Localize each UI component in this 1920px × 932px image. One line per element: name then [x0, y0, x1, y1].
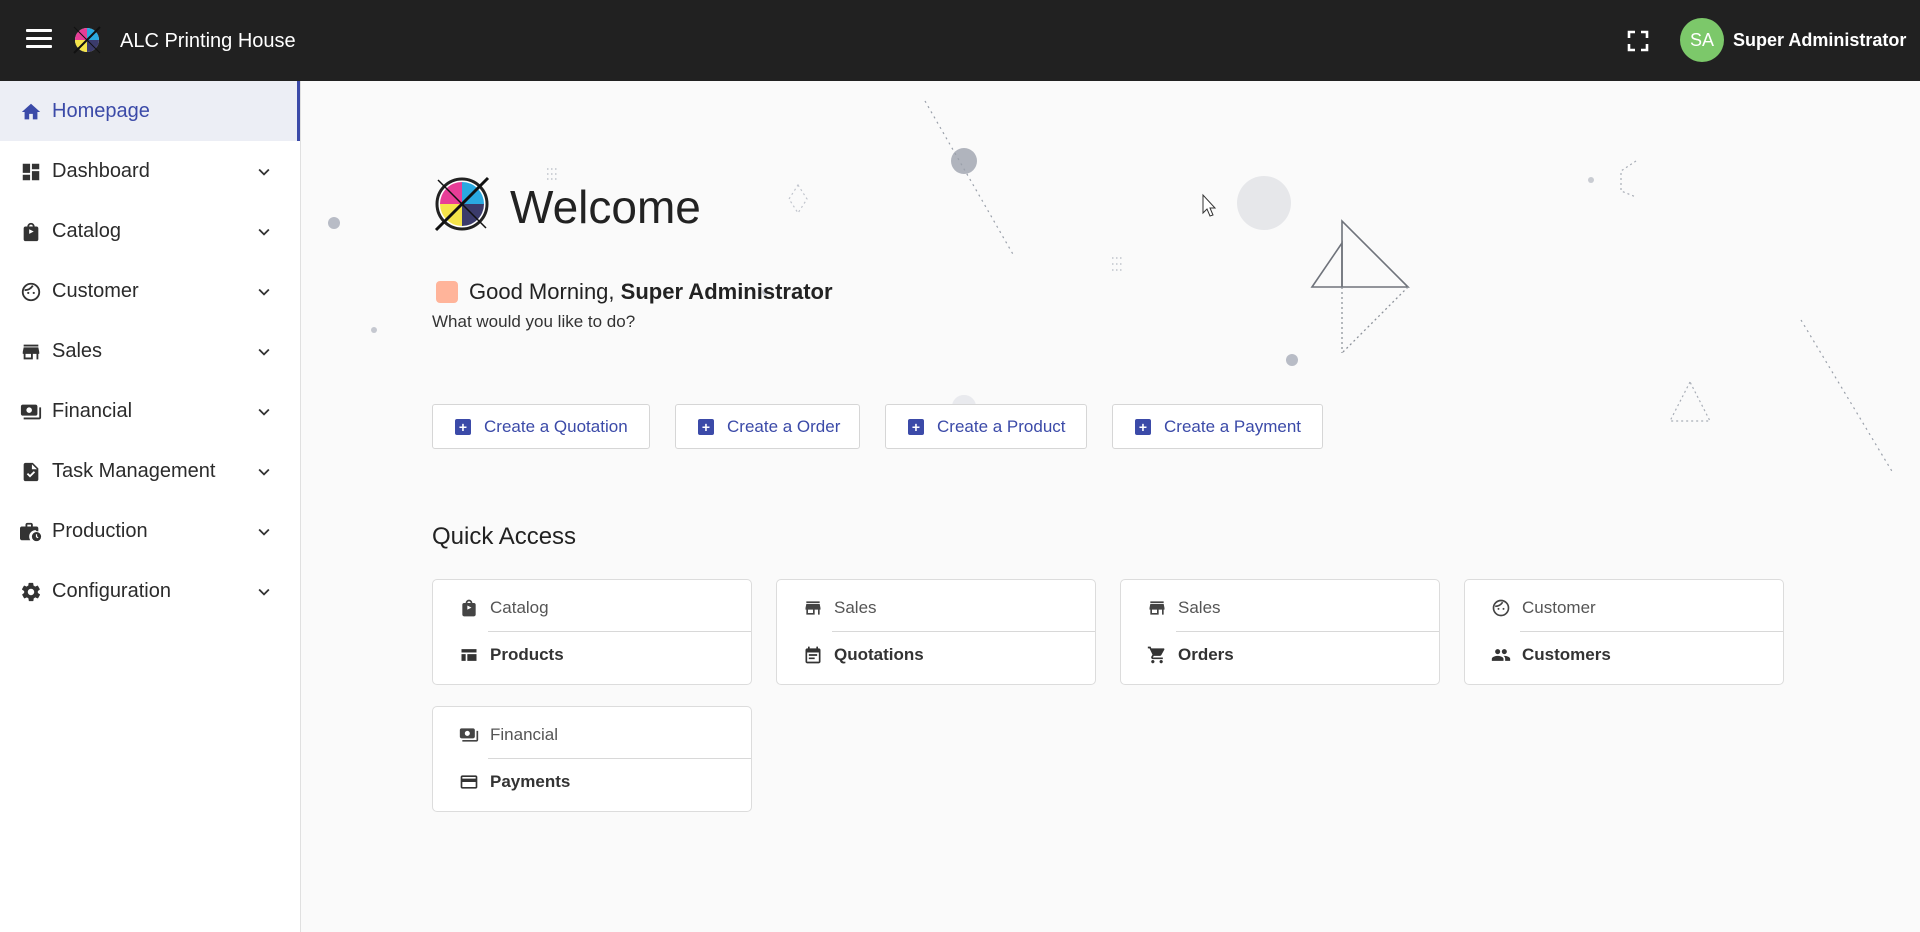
button-label: Create a Product — [937, 416, 1066, 436]
sidebar-item-task-management[interactable]: Task Management — [0, 441, 300, 501]
top-app-bar: ALC Printing House SA Super Administrato… — [0, 0, 1920, 81]
sunrise-icon — [436, 281, 458, 303]
sidebar-item-label: Customer — [52, 279, 139, 302]
card-category: Catalog — [490, 598, 549, 617]
sidebar-item-label: Homepage — [52, 99, 150, 122]
quick-access-title: Quick Access — [432, 523, 577, 550]
sidebar-item-label: Production — [52, 519, 148, 542]
payments-icon — [459, 728, 479, 742]
menu-icon[interactable] — [26, 29, 52, 51]
divider — [1176, 631, 1439, 632]
card-item: Orders — [1178, 645, 1234, 664]
sidebar-item-label: Dashboard — [52, 159, 150, 182]
create-payment-button[interactable]: + Create a Payment — [1112, 404, 1323, 449]
brand-logo — [73, 26, 101, 54]
store-icon — [805, 601, 821, 615]
user-name[interactable]: Super Administrator — [1733, 30, 1906, 51]
sidebar-item-label: Configuration — [52, 579, 171, 602]
cart-icon — [1147, 646, 1165, 664]
sidebar-item-dashboard[interactable]: Dashboard — [0, 141, 300, 201]
subtitle: What would you like to do? — [432, 312, 636, 331]
button-label: Create a Order — [727, 416, 841, 436]
quick-access-card-orders[interactable]: Sales Orders — [1120, 579, 1440, 685]
page-title: Welcome — [510, 181, 701, 233]
create-quotation-button[interactable]: + Create a Quotation — [432, 404, 650, 449]
calendar-icon — [805, 646, 821, 664]
divider — [488, 631, 751, 632]
sidebar-item-customer[interactable]: Customer — [0, 261, 300, 321]
card-category: Customer — [1522, 598, 1596, 617]
greeting: Good Morning, Super Administrator — [469, 279, 833, 305]
app-title: ALC Printing House — [120, 30, 296, 52]
shopping-bag-icon — [462, 599, 476, 617]
card-category: Sales — [834, 598, 877, 617]
sidebar-item-label: Task Management — [52, 459, 216, 482]
card-item: Payments — [490, 772, 571, 791]
chevron-down-icon[interactable] — [253, 341, 275, 363]
add-box-icon: + — [908, 418, 924, 435]
sidebar-item-label: Sales — [52, 339, 103, 362]
store-icon — [1149, 601, 1165, 615]
greeting-name: Super Administrator — [620, 279, 833, 304]
task-icon — [23, 462, 39, 482]
add-box-icon: + — [455, 418, 471, 435]
welcome-logo — [434, 176, 490, 232]
dashboard-icon — [22, 163, 40, 181]
card-item: Customers — [1522, 645, 1611, 664]
face-icon — [21, 282, 41, 302]
divider — [832, 631, 1095, 632]
add-box-icon: + — [698, 418, 714, 435]
quick-access-card-products[interactable]: Catalog Products — [432, 579, 752, 685]
store-icon — [22, 344, 40, 360]
sidebar-item-sales[interactable]: Sales — [0, 321, 300, 381]
quick-access-card-quotations[interactable]: Sales Quotations — [776, 579, 1096, 685]
quick-access-card-payments[interactable]: Financial Payments — [432, 706, 752, 812]
button-label: Create a Quotation — [484, 416, 628, 436]
add-box-icon: + — [1135, 418, 1151, 435]
payments-icon — [20, 404, 42, 420]
home-icon — [21, 103, 41, 120]
people-icon — [1491, 649, 1511, 661]
quick-access-card-customers[interactable]: Customer Customers — [1464, 579, 1784, 685]
chevron-down-icon[interactable] — [253, 221, 275, 243]
greeting-prefix: Good Morning, — [469, 279, 615, 304]
chevron-down-icon[interactable] — [253, 521, 275, 543]
sidebar-item-financial[interactable]: Financial — [0, 381, 300, 441]
sidebar-item-catalog[interactable]: Catalog — [0, 201, 300, 261]
divider — [1520, 631, 1783, 632]
chevron-down-icon[interactable] — [253, 281, 275, 303]
shopping-bag-icon — [23, 222, 39, 242]
work-history-icon — [20, 522, 42, 542]
button-label: Create a Payment — [1164, 416, 1302, 436]
divider — [488, 758, 751, 759]
chevron-down-icon[interactable] — [253, 401, 275, 423]
sidebar-item-label: Financial — [52, 399, 133, 422]
face-icon — [1492, 599, 1510, 617]
avatar[interactable]: SA — [1680, 18, 1724, 62]
chevron-down-icon[interactable] — [253, 161, 275, 183]
card-item: Products — [490, 645, 564, 664]
card-category: Sales — [1178, 598, 1221, 617]
sidebar-item-homepage[interactable]: Homepage — [0, 81, 300, 141]
gear-icon — [21, 582, 41, 602]
card-category: Financial — [490, 725, 559, 744]
fullscreen-icon[interactable] — [1627, 30, 1649, 52]
credit-card-icon — [460, 775, 478, 789]
create-order-button[interactable]: + Create a Order — [675, 404, 860, 449]
sidebar-item-label: Catalog — [52, 219, 121, 242]
create-product-button[interactable]: + Create a Product — [885, 404, 1087, 449]
sidebar: Homepage Dashboard Catalog Customer Sale… — [0, 81, 301, 932]
chevron-down-icon[interactable] — [253, 581, 275, 603]
main-content: Welcome Good Morning, Super Administrato… — [301, 81, 1920, 932]
sidebar-item-production[interactable]: Production — [0, 501, 300, 561]
card-item: Quotations — [834, 645, 924, 664]
table-icon — [461, 649, 477, 661]
chevron-down-icon[interactable] — [253, 461, 275, 483]
sidebar-item-configuration[interactable]: Configuration — [0, 561, 300, 621]
